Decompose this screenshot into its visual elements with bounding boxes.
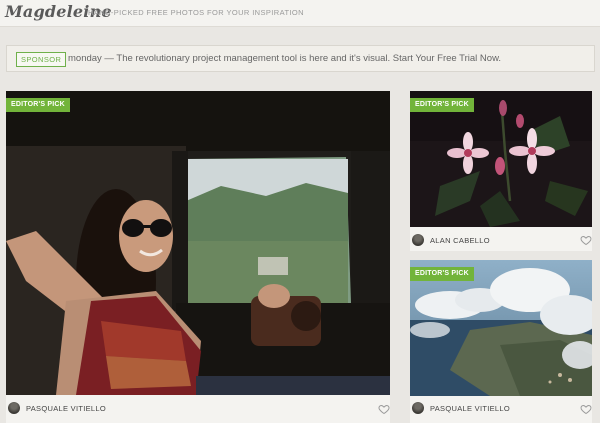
photo-author[interactable]: PASQUALE VITIELLO bbox=[8, 402, 106, 414]
woman-in-car-photo[interactable] bbox=[6, 91, 390, 395]
editors-pick-badge: EDITOR'S PICK bbox=[410, 267, 474, 281]
woman-in-car-image bbox=[6, 91, 390, 395]
heart-icon[interactable] bbox=[378, 403, 390, 415]
heart-icon[interactable] bbox=[580, 403, 592, 415]
photo-card[interactable]: EDITOR'S PICK PASQUALE VITIELLO bbox=[410, 260, 592, 423]
heart-icon[interactable] bbox=[580, 234, 592, 246]
photo-author[interactable]: ALAN CABELLO bbox=[412, 234, 490, 246]
site-header: Magdeleine HAND-PICKED FREE PHOTOS FOR Y… bbox=[0, 0, 600, 27]
author-name[interactable]: PASQUALE VITIELLO bbox=[26, 404, 106, 413]
site-tagline: HAND-PICKED FREE PHOTOS FOR YOUR INSPIRA… bbox=[88, 8, 304, 17]
author-name[interactable]: ALAN CABELLO bbox=[430, 236, 490, 245]
photo-card[interactable]: EDITOR'S PICK ALAN CABELLO bbox=[410, 91, 592, 251]
photo-author[interactable]: PASQUALE VITIELLO bbox=[412, 402, 510, 414]
author-avatar bbox=[412, 234, 424, 246]
sponsor-text[interactable]: monday — The revolutionary project manag… bbox=[68, 53, 501, 64]
sponsor-badge: SPONSOR bbox=[16, 52, 67, 67]
sponsor-banner[interactable]: SPONSOR monday — The revolutionary proje… bbox=[6, 45, 595, 72]
editors-pick-badge: EDITOR'S PICK bbox=[6, 98, 70, 112]
author-avatar bbox=[412, 402, 424, 414]
author-name[interactable]: PASQUALE VITIELLO bbox=[430, 404, 510, 413]
author-avatar bbox=[8, 402, 20, 414]
editors-pick-badge: EDITOR'S PICK bbox=[410, 98, 474, 112]
photo-card[interactable]: EDITOR'S PICK PASQUALE VITIELLO bbox=[6, 91, 390, 423]
